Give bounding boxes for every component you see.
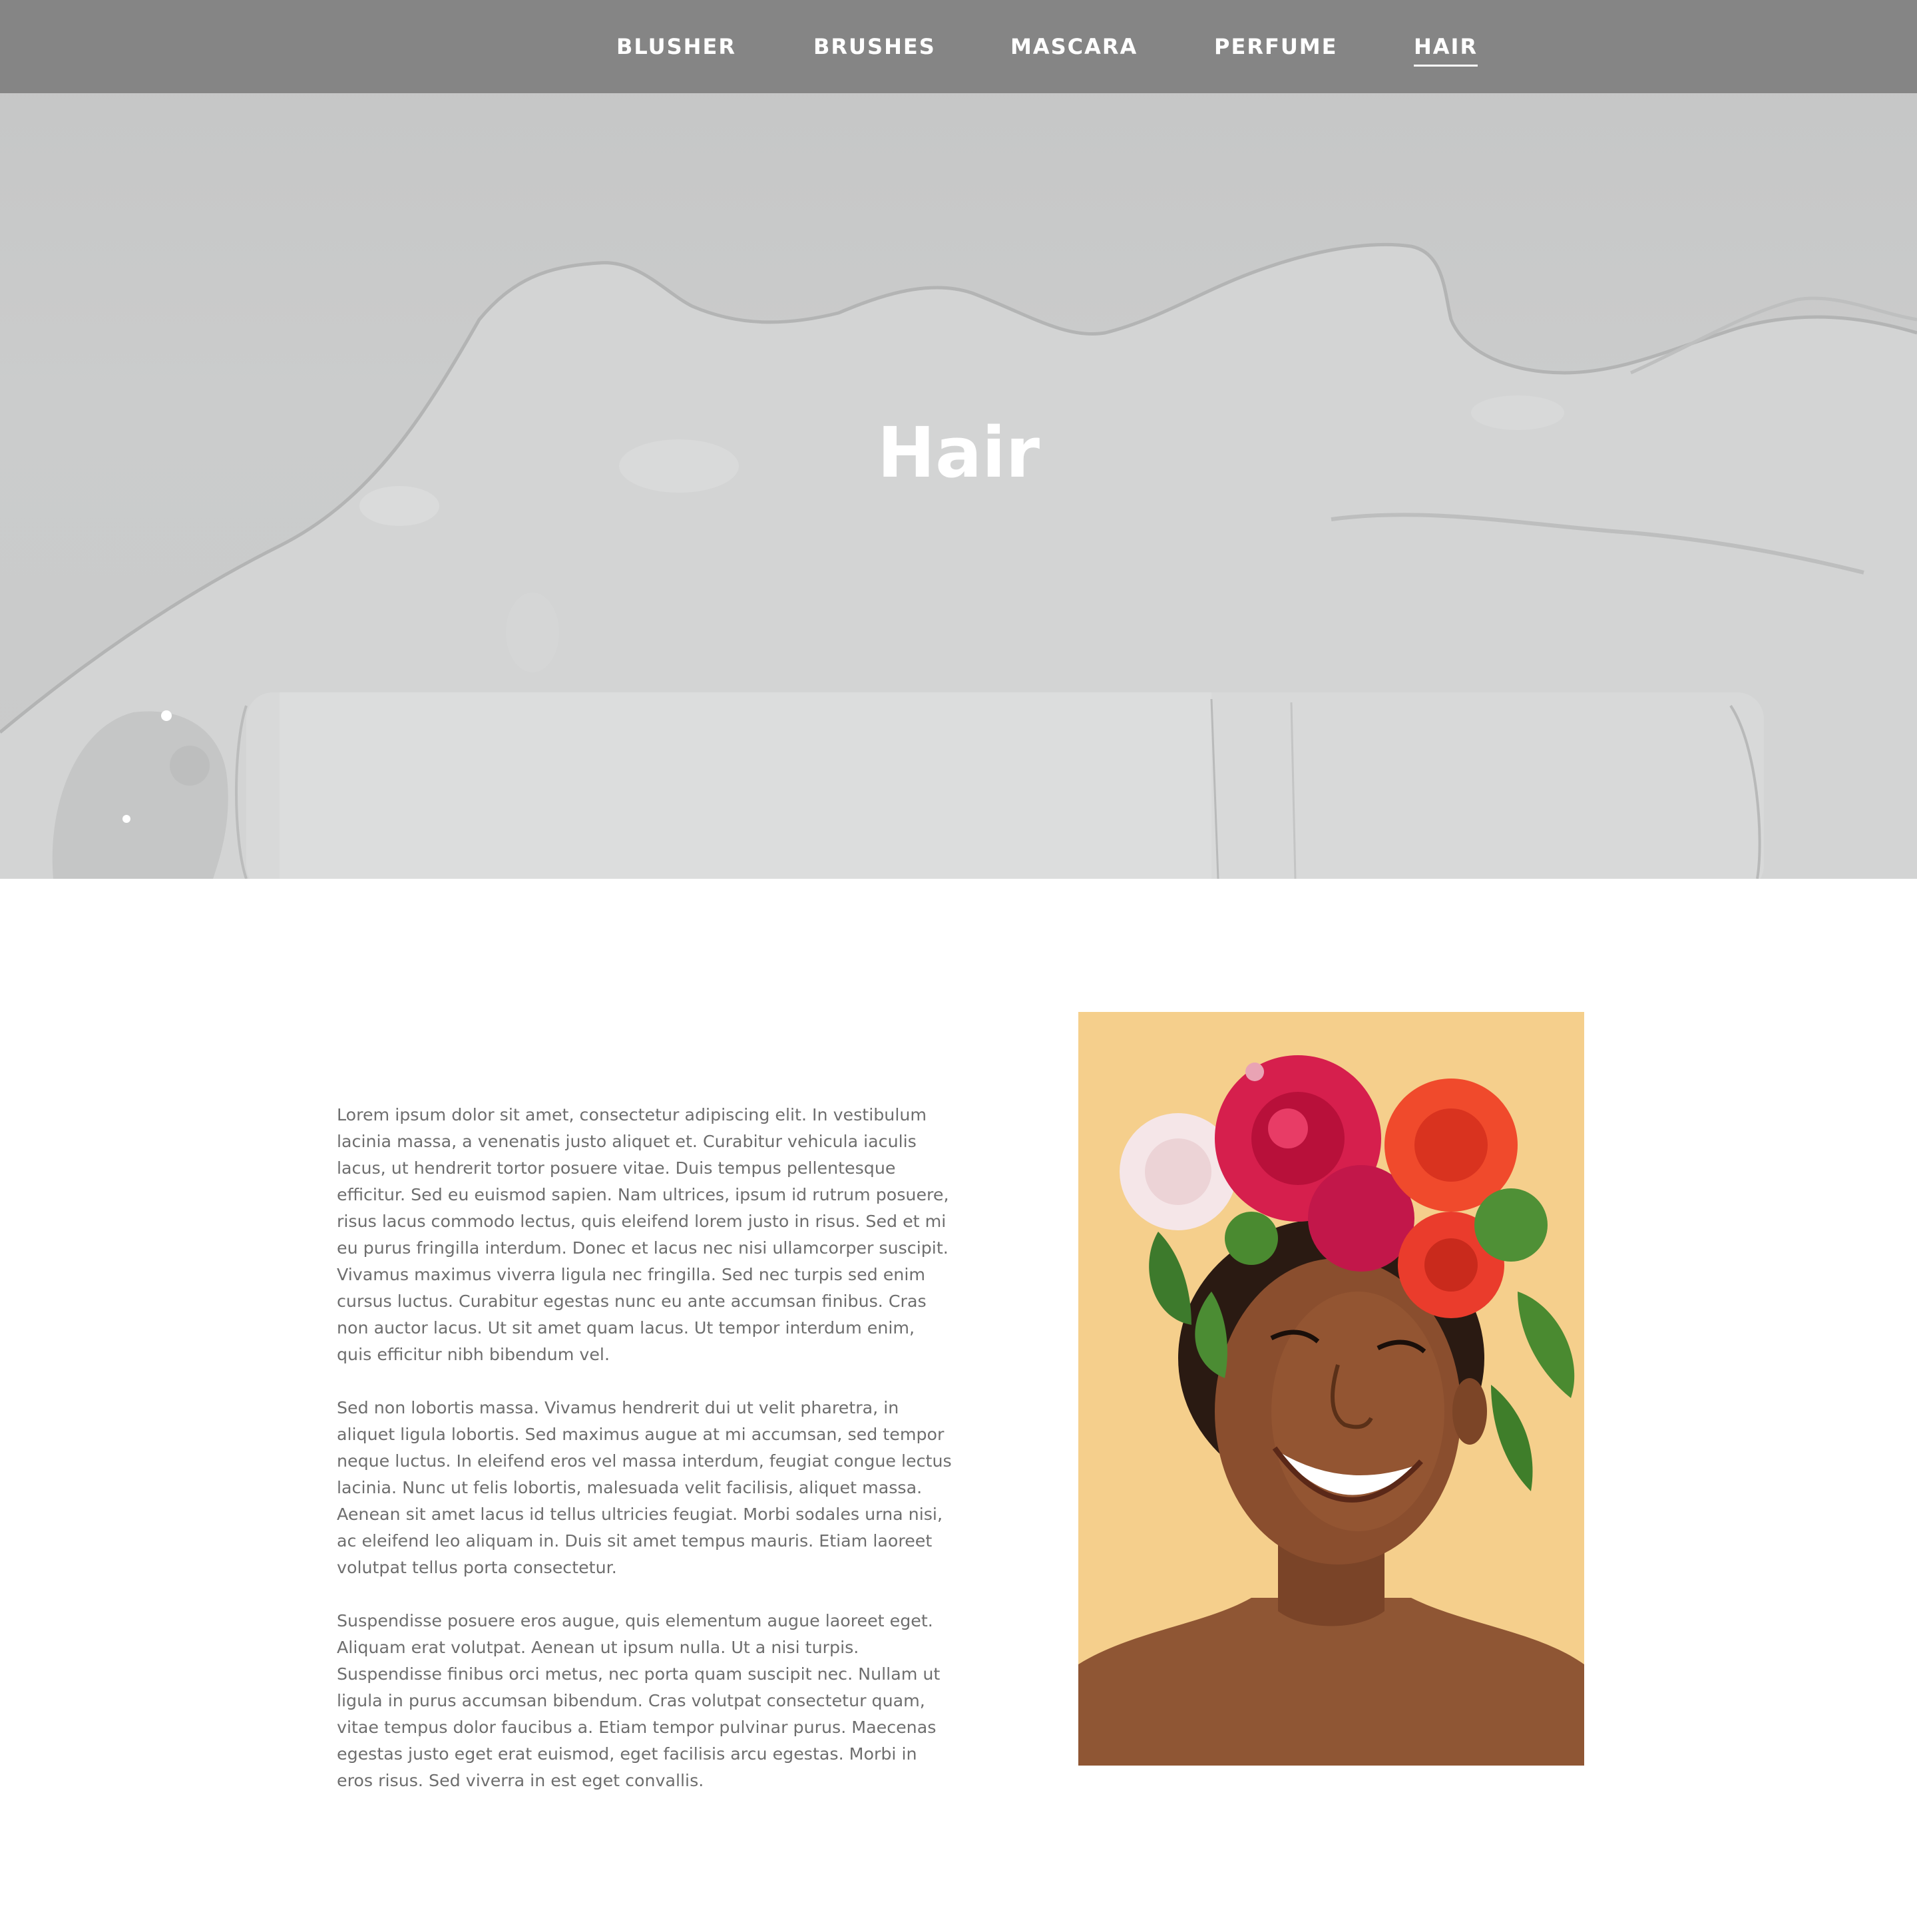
nav-item-perfume[interactable]: PERFUME <box>1214 0 1338 93</box>
paragraph: Lorem ipsum dolor sit amet, consectetur … <box>337 1105 949 1364</box>
article-body: Lorem ipsum dolor sit amet, consectetur … <box>337 1102 953 1821</box>
top-navigation: BLUSHER BRUSHES MASCARA PERFUME HAIR <box>0 0 1917 93</box>
hero-banner: BLUSHER BRUSHES MASCARA PERFUME HAIR Hai… <box>0 0 1917 879</box>
nav-item-hair-label: HAIR <box>1414 34 1478 67</box>
paragraph: Suspendisse posuere eros augue, quis ele… <box>337 1611 941 1790</box>
nav-item-blusher[interactable]: BLUSHER <box>616 0 736 93</box>
nav-item-brushes[interactable]: BRUSHES <box>813 0 936 93</box>
woman-with-flower-crown-photo <box>1078 1012 1584 1766</box>
paragraph: Sed non lobortis massa. Vivamus hendreri… <box>337 1398 952 1577</box>
nav-item-hair[interactable]: HAIR <box>1414 0 1478 93</box>
nav-item-mascara[interactable]: MASCARA <box>1010 0 1138 93</box>
page-title: Hair <box>877 412 1040 493</box>
